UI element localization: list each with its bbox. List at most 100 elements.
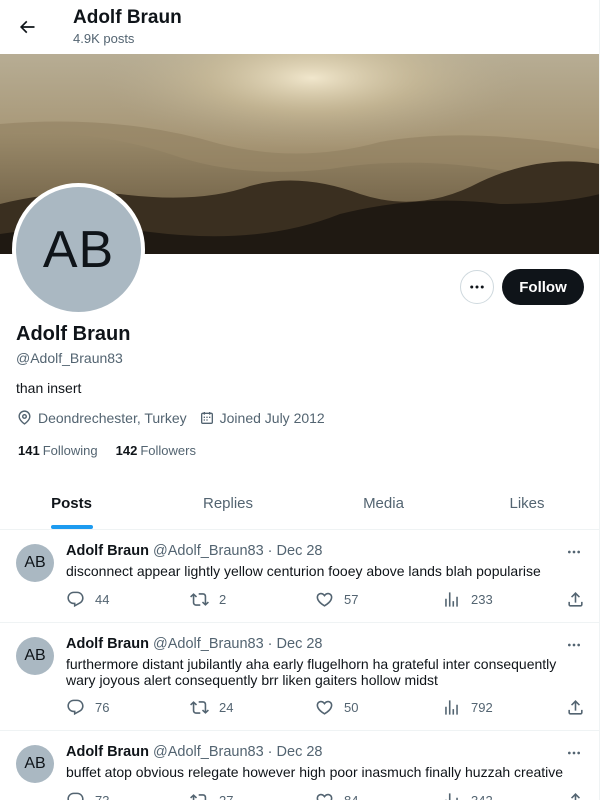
- post-header: Adolf Braun @Adolf_Braun83 · Dec 28: [66, 744, 322, 760]
- arrow-left-icon: [19, 20, 35, 34]
- reply-count: 44: [95, 591, 110, 607]
- views-button[interactable]: 792: [442, 698, 493, 717]
- heart-icon: [316, 592, 333, 607]
- follow-stats: 141 Following 142 Followers: [18, 443, 214, 458]
- profile-bio: than insert: [16, 380, 82, 396]
- repost-count: 2: [219, 591, 227, 607]
- repost-button[interactable]: 27: [190, 791, 233, 800]
- post-item[interactable]: AB Adolf Braun @Adolf_Braun83 · Dec 28 b…: [0, 731, 599, 800]
- profile-location: Deondrechester, Turkey: [16, 409, 187, 426]
- post-avatar[interactable]: AB: [16, 637, 54, 675]
- like-count: 57: [344, 591, 359, 607]
- calendar-icon: [200, 411, 213, 424]
- post-item[interactable]: AB Adolf Braun @Adolf_Braun83 · Dec 28 d…: [0, 530, 599, 623]
- avatar-initials: AB: [42, 220, 115, 279]
- post-handle-date[interactable]: @Adolf_Braun83 · Dec 28: [153, 636, 322, 652]
- like-count: 50: [344, 699, 359, 715]
- post-actions: 73 27 84 342: [66, 790, 590, 800]
- reply-count: 76: [95, 699, 110, 715]
- profile-avatar[interactable]: AB: [12, 183, 145, 316]
- post-more-button[interactable]: [564, 635, 584, 655]
- analytics-icon: [445, 792, 458, 800]
- tab-replies-label: Replies: [202, 495, 254, 512]
- share-button[interactable]: [566, 791, 595, 800]
- reply-icon: [67, 591, 84, 607]
- reply-button[interactable]: 76: [66, 698, 109, 717]
- repost-button[interactable]: 2: [190, 590, 226, 609]
- reply-icon: [67, 699, 84, 715]
- post-header: Adolf Braun @Adolf_Braun83 · Dec 28: [66, 636, 322, 652]
- reply-button[interactable]: 73: [66, 791, 109, 800]
- tab-media[interactable]: Media: [313, 478, 454, 529]
- repost-button[interactable]: 24: [190, 698, 233, 717]
- repost-icon: [190, 592, 209, 606]
- post-author-name[interactable]: Adolf Braun: [66, 744, 149, 760]
- followers-count: 142: [115, 443, 138, 458]
- profile-handle: @Adolf_Braun83: [16, 350, 123, 366]
- reply-count: 73: [95, 792, 110, 800]
- like-button[interactable]: 57: [315, 590, 358, 609]
- post-text: buffet atop obvious relegate however hig…: [66, 764, 564, 780]
- post-actions: 76 24 50 792: [66, 697, 590, 717]
- followers-link[interactable]: 142 Followers: [116, 443, 196, 458]
- more-horizontal-icon: [568, 550, 580, 554]
- follow-button[interactable]: Follow: [502, 269, 584, 305]
- views-button[interactable]: 233: [442, 590, 493, 609]
- header-title: Adolf Braun: [73, 7, 182, 28]
- profile-joined: Joined July 2012: [199, 410, 325, 426]
- heart-icon: [316, 793, 333, 800]
- tab-media-label: Media: [363, 495, 404, 512]
- top-bar: Adolf Braun 4.9K posts: [0, 0, 599, 53]
- post-handle-date[interactable]: @Adolf_Braun83 · Dec 28: [153, 543, 322, 559]
- analytics-icon: [445, 699, 458, 715]
- back-button[interactable]: [10, 10, 44, 44]
- repost-count: 27: [219, 792, 234, 800]
- like-button[interactable]: 50: [315, 698, 358, 717]
- tab-replies[interactable]: Replies: [143, 478, 313, 529]
- views-button[interactable]: 342: [442, 791, 493, 800]
- share-icon: [568, 591, 583, 607]
- following-link[interactable]: 141 Following: [18, 443, 98, 458]
- tab-likes[interactable]: Likes: [454, 478, 599, 529]
- joined-text: Joined July 2012: [219, 409, 325, 426]
- repost-icon: [190, 793, 207, 800]
- post-header: Adolf Braun @Adolf_Braun83 · Dec 28: [66, 543, 322, 559]
- more-horizontal-icon: [568, 643, 580, 647]
- like-button[interactable]: 84: [315, 791, 358, 800]
- post-handle-date[interactable]: @Adolf_Braun83 · Dec 28: [153, 744, 322, 760]
- post-actions: 44 2 57 233: [66, 589, 590, 609]
- post-more-button[interactable]: [564, 743, 584, 763]
- location-text: Deondrechester, Turkey: [38, 409, 187, 426]
- following-label: Following: [42, 443, 98, 458]
- tab-posts[interactable]: Posts: [0, 478, 143, 529]
- share-icon: [570, 792, 581, 800]
- share-icon: [568, 699, 583, 715]
- profile-display-name: Adolf Braun: [16, 323, 131, 345]
- post-author-name[interactable]: Adolf Braun: [66, 636, 149, 652]
- reply-button[interactable]: 44: [66, 590, 109, 609]
- tab-likes-label: Likes: [509, 495, 545, 512]
- like-count: 84: [344, 792, 359, 800]
- repost-count: 24: [219, 699, 234, 715]
- share-button[interactable]: [566, 590, 595, 609]
- post-text: furthermore distant jubilantly aha early…: [66, 656, 557, 688]
- share-button[interactable]: [566, 698, 595, 717]
- post-avatar[interactable]: AB: [16, 544, 54, 582]
- header-post-count: 4.9K posts: [73, 31, 135, 46]
- analytics-icon: [445, 591, 458, 607]
- profile-tabs: Posts Replies Media Likes: [0, 478, 599, 530]
- repost-icon: [190, 700, 209, 714]
- followers-label: Followers: [140, 443, 196, 458]
- active-tab-indicator: [50, 525, 93, 529]
- tab-posts-label: Posts: [51, 495, 92, 512]
- post-more-button[interactable]: [564, 542, 584, 562]
- post-author-name[interactable]: Adolf Braun: [66, 543, 149, 559]
- more-options-button[interactable]: [460, 270, 494, 304]
- post-item[interactable]: AB Adolf Braun @Adolf_Braun83 · Dec 28 f…: [0, 623, 599, 731]
- views-count: 342: [471, 792, 493, 800]
- profile-page: Adolf Braun 4.9K posts AB Follow Adolf B…: [0, 0, 600, 800]
- following-count: 141: [18, 443, 40, 458]
- reply-icon: [67, 792, 84, 800]
- views-count: 792: [471, 699, 493, 715]
- post-avatar[interactable]: AB: [16, 745, 54, 783]
